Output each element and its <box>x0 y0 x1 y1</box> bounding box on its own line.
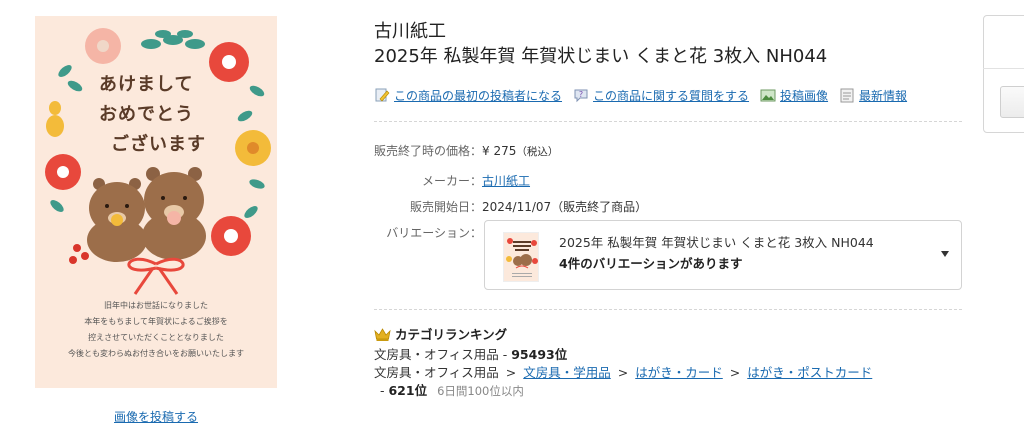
release-row: 販売開始日：2024/11/07（販売終了商品） <box>374 198 647 215</box>
first-poster-link[interactable]: この商品の最初の投稿者になる <box>374 87 562 104</box>
message-line: 本年をもちまして年賀状によるご挨拶を <box>84 317 228 326</box>
divider <box>374 121 962 122</box>
price-row: 販売終了時の価格：¥ 275（税込） <box>374 142 558 159</box>
product-image[interactable]: あけまして おめでとう ございます 旧年中はお世話になりました 本年をもちまして… <box>35 16 277 388</box>
latest-info-link[interactable]: 最新情報 <box>839 87 907 104</box>
first-poster-label: この商品の最初の投稿者になる <box>394 88 563 103</box>
category-link-stationery[interactable]: 文房具・学用品 <box>523 365 611 380</box>
category-link-postcards[interactable]: はがき・ポストカード <box>747 365 872 380</box>
ranking-row-sub: - 621位 6日間100位以内 <box>380 383 524 398</box>
variation-name: 2025年 私製年賀 年賀状じまい くまと花 3枚入 NH044 <box>559 235 874 250</box>
ranking-note: 6日間100位以内 <box>437 384 524 398</box>
chevron-down-icon <box>941 251 949 257</box>
bear-left <box>87 178 147 262</box>
side-panel-button[interactable] <box>1000 86 1024 118</box>
variation-row: バリエーション： <box>374 224 482 241</box>
crown-icon <box>374 327 391 341</box>
release-label: 販売開始日： <box>409 200 482 214</box>
post-image-link[interactable]: 画像を投稿する <box>114 408 198 425</box>
ask-question-link[interactable]: ? この商品に関する質問をする <box>573 87 749 104</box>
ranking-value: 95493位 <box>511 347 568 362</box>
category-link-cards[interactable]: はがき・カード <box>635 365 723 380</box>
greeting-text: あけまして おめでとう ございます <box>85 70 235 160</box>
ranking-category: 文房具・オフィス用品 <box>374 347 499 362</box>
price-value: ¥ 275 <box>482 144 517 158</box>
ask-question-label: この商品に関する質問をする <box>593 88 750 103</box>
variation-select[interactable]: 2025年 私製年賀 年賀状じまい くまと花 3枚入 NH044 4件のバリエー… <box>484 220 962 290</box>
price-tax: （税込） <box>516 146 559 158</box>
ranking-row-overall: 文房具・オフィス用品 - 95493位 <box>374 347 568 362</box>
posted-images-label: 投稿画像 <box>780 88 829 103</box>
divider <box>374 309 962 310</box>
posted-images-link[interactable]: 投稿画像 <box>760 87 828 104</box>
message-line: 旧年中はお世話になりました <box>104 301 208 310</box>
bear-right <box>142 167 206 260</box>
ranking-sub-value: 621位 <box>388 383 428 398</box>
card-message: 旧年中はお世話になりました 本年をもちまして年賀状によるご挨拶を 控えさせていた… <box>35 298 277 362</box>
price-label: 販売終了時の価格： <box>374 144 483 158</box>
greeting-line: あけまして <box>99 74 194 95</box>
news-icon <box>839 87 855 103</box>
maker-link[interactable]: 古川紙工 <box>482 174 530 188</box>
greeting-line: ございます <box>111 134 206 155</box>
message-line: 控えさせていただくこととなりました <box>88 333 224 342</box>
action-links: この商品の最初の投稿者になる ? この商品に関する質問をする 投稿画像 最新情報 <box>374 87 918 103</box>
svg-text:?: ? <box>579 90 583 99</box>
side-panel-divider <box>983 68 1024 69</box>
ranking-row-breadcrumb: 文房具・オフィス用品 > 文房具・学用品 > はがき・カード > はがき・ポストカード <box>374 365 873 380</box>
image-icon <box>760 87 776 103</box>
variation-count: 4件のバリエーションがあります <box>559 256 743 271</box>
ranking-heading: カテゴリランキング <box>374 324 507 343</box>
ranking-root-category: 文房具・オフィス用品 <box>374 365 499 380</box>
latest-info-label: 最新情報 <box>859 88 908 103</box>
ranking-heading-label: カテゴリランキング <box>395 327 508 342</box>
maker-row: メーカー：古川紙工 <box>374 172 530 189</box>
variation-thumbnail <box>503 232 539 282</box>
release-value: 2024/11/07（販売終了商品） <box>482 200 648 214</box>
greeting-line: おめでとう <box>99 104 194 125</box>
product-title: 2025年 私製年賀 年賀状じまい くまと花 3枚入 NH044 <box>374 46 828 67</box>
pencil-icon <box>374 87 390 103</box>
message-line: 今後とも変わらぬお付き合いをお願いいたします <box>68 349 244 358</box>
maker-title: 古川紙工 <box>374 21 446 42</box>
question-icon: ? <box>573 87 589 103</box>
maker-label: メーカー： <box>421 174 482 188</box>
variation-label: バリエーション： <box>386 226 482 240</box>
